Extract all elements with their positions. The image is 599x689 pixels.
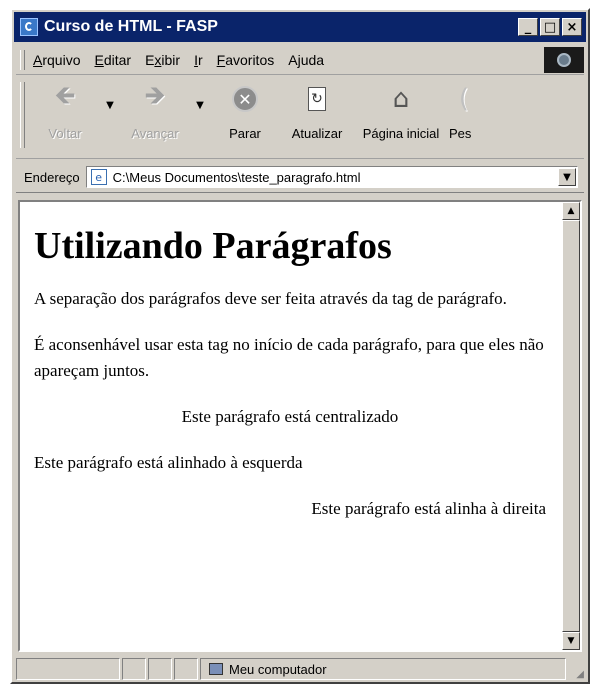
search-label: Pes	[449, 126, 472, 141]
menu-bar-grip[interactable]	[20, 50, 25, 70]
resize-grip[interactable]: ◢	[568, 658, 584, 680]
address-value[interactable]: C:\Meus Documentos\teste_paragrafo.html	[113, 170, 558, 185]
forward-history-dropdown[interactable]: ▼	[191, 78, 209, 111]
page-content: Utilizando Parágrafos A separação dos pa…	[20, 202, 560, 650]
stop-label: Parar	[229, 126, 261, 141]
close-button[interactable]: ×	[562, 18, 582, 36]
address-dropdown-button[interactable]: ▼	[558, 168, 576, 186]
refresh-label: Atualizar	[291, 126, 343, 141]
paragraph-centered: Este parágrafo está centralizado	[181, 407, 399, 426]
status-panel-offline	[174, 658, 198, 680]
toolbar-grip[interactable]	[20, 82, 25, 148]
window-controls: _ □ ×	[518, 18, 582, 36]
menu-bar: Arquivo Editar Exibir Ir Favoritos Ajuda	[16, 46, 584, 75]
page-heading: Utilizando Parágrafos	[34, 225, 392, 267]
browser-window: Curso de HTML - FASP _ □ × Arquivo Edita…	[10, 8, 590, 684]
menu-ajuda[interactable]: Ajuda	[288, 52, 324, 68]
maximize-button[interactable]: □	[540, 18, 560, 36]
home-button[interactable]: ⌂ Página inicial	[353, 78, 449, 154]
back-button[interactable]: 🡸 Voltar	[29, 78, 101, 154]
address-input[interactable]: e C:\Meus Documentos\teste_paragrafo.htm…	[85, 166, 578, 188]
forward-button[interactable]: 🡺 Avançar	[119, 78, 191, 154]
back-history-dropdown[interactable]: ▼	[101, 78, 119, 111]
menu-exibir[interactable]: Exibir	[145, 52, 180, 68]
menu-editar[interactable]: Editar	[94, 52, 131, 68]
vertical-scrollbar[interactable]: ▲ ▼	[562, 202, 580, 650]
address-bar: Endereço e C:\Meus Documentos\teste_para…	[16, 162, 584, 193]
window-title: Curso de HTML - FASP	[44, 18, 218, 35]
security-zone-panel: Meu computador	[200, 658, 566, 680]
search-icon: (	[458, 84, 470, 114]
paragraph-left: Este parágrafo está alinhado à esquerda	[34, 453, 303, 472]
forward-arrow-icon: 🡺	[144, 81, 166, 111]
standard-toolbar: 🡸 Voltar ▼ 🡺 Avançar ▼ ✕ Parar ↻ Atualiz…	[16, 78, 584, 159]
refresh-button[interactable]: ↻ Atualizar	[281, 78, 353, 154]
home-icon: ⌂	[392, 84, 410, 114]
refresh-icon: ↻	[308, 87, 326, 111]
windows-logo-throbber	[544, 47, 584, 73]
paragraph-separation: A separação dos parágrafos deve ser feit…	[34, 289, 507, 308]
page-viewport: Utilizando Parágrafos A separação dos pa…	[18, 200, 582, 652]
status-panel-progress	[122, 658, 146, 680]
status-bar: Meu computador ◢	[16, 658, 584, 680]
paragraph-advice: É aconsenhável usar esta tag no início d…	[34, 335, 544, 380]
minimize-button[interactable]: _	[518, 18, 538, 36]
my-computer-icon	[209, 663, 223, 675]
scroll-up-button[interactable]: ▲	[562, 202, 580, 220]
forward-label: Avançar	[131, 126, 179, 141]
security-zone-label: Meu computador	[229, 661, 327, 677]
back-arrow-icon: 🡸	[54, 81, 76, 111]
html-page-icon: e	[90, 169, 107, 185]
internet-explorer-icon[interactable]	[20, 18, 38, 36]
status-panel-main	[16, 658, 120, 680]
menu-favoritos[interactable]: Favoritos	[217, 52, 275, 68]
paragraph-right: Este parágrafo está alinha à direita	[311, 499, 546, 518]
globe-icon	[557, 53, 571, 67]
scroll-thumb[interactable]	[562, 220, 580, 632]
menu-arquivo[interactable]: Arquivo	[33, 52, 80, 68]
title-bar[interactable]: Curso de HTML - FASP _ □ ×	[14, 12, 586, 42]
home-label: Página inicial	[362, 126, 440, 141]
stop-button[interactable]: ✕ Parar	[209, 78, 281, 154]
scroll-down-button[interactable]: ▼	[562, 632, 580, 650]
search-button[interactable]: ( Pes	[449, 78, 479, 154]
back-label: Voltar	[48, 126, 82, 141]
status-panel-secure	[148, 658, 172, 680]
menu-ir[interactable]: Ir	[194, 52, 203, 68]
address-label: Endereço	[24, 169, 80, 185]
stop-icon: ✕	[232, 86, 258, 112]
